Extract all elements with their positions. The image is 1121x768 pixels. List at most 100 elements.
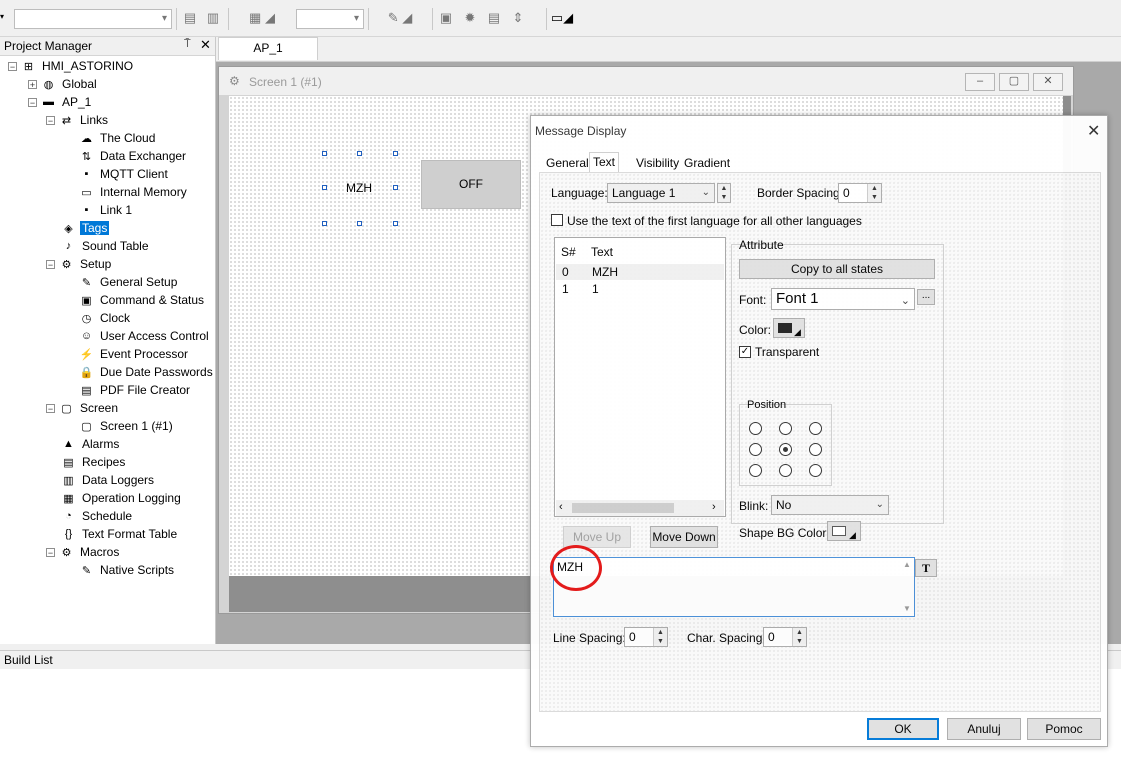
tree-item[interactable]: ▥ Data Loggers: [48, 471, 156, 489]
table-row[interactable]: 0 MZH: [556, 264, 724, 280]
tree-item[interactable]: − ▬ AP_1: [28, 93, 93, 111]
tree-item[interactable]: ▤ Recipes: [48, 453, 127, 471]
position-middle-left[interactable]: [749, 443, 762, 456]
position-bottom-left[interactable]: [749, 464, 762, 477]
char-spacing-input[interactable]: 0 ▲ ▼: [763, 627, 807, 647]
gear-icon[interactable]: ✹: [460, 8, 480, 28]
shape-style-icon[interactable]: ▭◢: [550, 8, 574, 28]
font-select[interactable]: Font 1 ⌄: [771, 288, 915, 310]
tree-item[interactable]: ☁ The Cloud: [66, 129, 157, 147]
text-format-button[interactable]: T: [915, 559, 937, 577]
tree-item[interactable]: − ⚙ Macros: [46, 543, 121, 561]
chevron-down-icon[interactable]: ▼: [903, 604, 911, 613]
chevron-left-icon[interactable]: ‹: [559, 501, 563, 513]
tab-general[interactable]: General: [543, 154, 592, 172]
text-input-area[interactable]: MZH ▲ ▼: [553, 557, 915, 617]
font-browse-button[interactable]: ...: [917, 289, 935, 305]
minimize-button[interactable]: –: [965, 73, 995, 91]
tree-item[interactable]: ▣ Command & Status: [66, 291, 206, 309]
tree-item[interactable]: ▲ Alarms: [48, 435, 121, 453]
close-icon[interactable]: ✕: [200, 37, 211, 53]
align-icon[interactable]: ▥: [203, 8, 223, 28]
tree-item[interactable]: − ⊞ HMI_ASTORINO: [8, 57, 135, 75]
tree-item[interactable]: ✎ Native Scripts: [66, 561, 176, 579]
tree-item[interactable]: ⇅ Data Exchanger: [66, 147, 188, 165]
shape-bg-color-button[interactable]: ◢: [827, 521, 861, 541]
use-first-language-checkbox[interactable]: [551, 214, 563, 226]
copy-to-all-states-button[interactable]: Copy to all states: [739, 259, 935, 279]
tree-item[interactable]: ▦ Operation Logging: [48, 489, 183, 507]
move-down-button[interactable]: Move Down: [650, 526, 718, 548]
position-center[interactable]: [779, 443, 792, 456]
selection-handle[interactable]: [357, 151, 362, 156]
table-row[interactable]: 1 1: [556, 281, 724, 297]
help-button[interactable]: Pomoc: [1027, 718, 1101, 740]
cancel-button[interactable]: Anuluj: [947, 718, 1021, 740]
tree-item[interactable]: ✎ General Setup: [66, 273, 179, 291]
bring-front-icon[interactable]: ▣: [436, 8, 456, 28]
tree-item[interactable]: ▪ Link 1: [66, 201, 134, 219]
close-icon[interactable]: ✕: [1087, 121, 1100, 141]
align-icon[interactable]: ▤: [180, 8, 200, 28]
language-spinner[interactable]: ▲ ▼: [717, 183, 731, 203]
distribute-icon[interactable]: ▤: [484, 8, 504, 28]
tree-item[interactable]: ▪ MQTT Client: [66, 165, 170, 183]
tree-item[interactable]: ♪ Sound Table: [48, 237, 151, 255]
transparent-checkbox[interactable]: ✓: [739, 346, 751, 358]
collapse-icon[interactable]: −: [46, 403, 55, 413]
spinner-arrows-icon[interactable]: ▲ ▼: [867, 184, 881, 202]
tree-item[interactable]: ▤ PDF File Creator: [66, 381, 192, 399]
selection-handle[interactable]: [322, 221, 327, 226]
expand-icon[interactable]: +: [28, 79, 37, 89]
collapse-icon[interactable]: −: [46, 547, 55, 557]
selection-handle[interactable]: [322, 151, 327, 156]
tab-text[interactable]: Text: [589, 152, 620, 173]
position-bottom-right[interactable]: [809, 464, 822, 477]
text-color-button[interactable]: ◢: [773, 318, 805, 338]
language-select[interactable]: Language 1 ⌄: [607, 183, 715, 203]
position-top-right[interactable]: [809, 422, 822, 435]
tree-item[interactable]: ◷ Clock: [66, 309, 132, 327]
border-spacing-input[interactable]: 0 ▲ ▼: [838, 183, 882, 203]
toolbar-combo-1[interactable]: ▾: [14, 9, 172, 29]
line-spacing-input[interactable]: 0 ▲ ▼: [624, 627, 668, 647]
selection-handle[interactable]: [393, 151, 398, 156]
blink-select[interactable]: No ⌄: [771, 495, 889, 515]
selection-handle[interactable]: [393, 221, 398, 226]
selection-handle[interactable]: [322, 185, 327, 190]
selection-handle[interactable]: [393, 185, 398, 190]
chevron-up-icon[interactable]: ▲: [903, 560, 911, 569]
message-display-widget[interactable]: MZH: [346, 181, 372, 195]
tree-item[interactable]: ▢ Screen 1 (#1): [66, 417, 175, 435]
position-middle-right[interactable]: [809, 443, 822, 456]
collapse-icon[interactable]: −: [46, 115, 55, 125]
spinner-arrows-icon[interactable]: ▲ ▼: [792, 628, 806, 646]
tab-visibility[interactable]: Visibility: [633, 154, 682, 172]
tree-item[interactable]: ◈ Tags: [48, 219, 110, 237]
tree-item[interactable]: 🔒 Due Date Passwords: [66, 363, 215, 381]
ok-button[interactable]: OK: [867, 718, 939, 740]
tree-item[interactable]: ▭ Internal Memory: [66, 183, 189, 201]
chevron-right-icon[interactable]: ›: [712, 501, 716, 513]
pin-icon[interactable]: ⍑: [184, 38, 191, 51]
close-button[interactable]: ✕: [1033, 73, 1063, 91]
tree-item[interactable]: {} Text Format Table: [48, 525, 179, 543]
collapse-icon[interactable]: −: [28, 97, 37, 107]
collapse-icon[interactable]: −: [46, 259, 55, 269]
tree-item[interactable]: + ◍ Global: [28, 75, 99, 93]
size-icon[interactable]: ⇕: [508, 8, 528, 28]
collapse-icon[interactable]: −: [8, 61, 17, 71]
position-bottom-center[interactable]: [779, 464, 792, 477]
tab-gradient[interactable]: Gradient: [681, 154, 733, 172]
tree-item[interactable]: ⚡ Event Processor: [66, 345, 190, 363]
pen-color-icon[interactable]: ✎ ◢: [372, 8, 428, 28]
tree-item[interactable]: ☺ User Access Control: [66, 327, 211, 345]
off-button-widget[interactable]: OFF: [421, 160, 521, 209]
tab-ap1[interactable]: AP_1: [218, 37, 318, 60]
fill-color-icon[interactable]: ▦ ◢: [234, 8, 290, 28]
scrollbar-thumb[interactable]: [572, 503, 674, 513]
state-text-list[interactable]: S# Text 0 MZH 1 1 ‹ ›: [554, 237, 726, 517]
tree-item[interactable]: − ⇄ Links: [46, 111, 110, 129]
tree-item[interactable]: − ⚙ Setup: [46, 255, 113, 273]
tree-item[interactable]: ◔ Schedule: [48, 507, 134, 525]
